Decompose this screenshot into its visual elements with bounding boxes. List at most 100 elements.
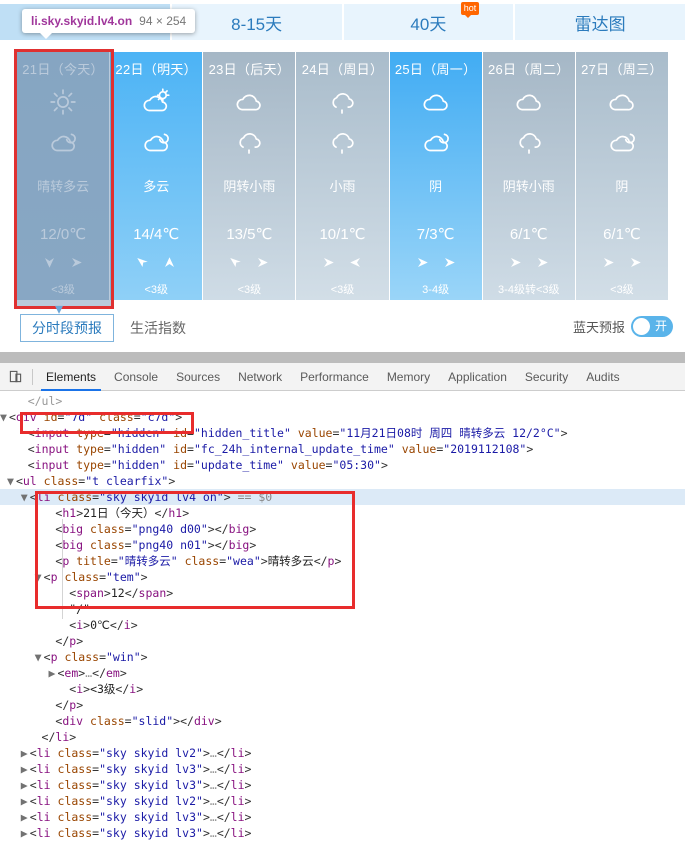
dom-tree-line[interactable]: <div class="slid"></div>	[0, 713, 685, 729]
code-token: ></	[173, 714, 194, 728]
code-token: big	[228, 538, 250, 552]
code-token: >	[380, 458, 388, 472]
page-footer-strip	[0, 352, 685, 363]
dom-tree-line[interactable]: ▼ <li class="sky skyid lv4 on"> == $0	[0, 489, 685, 505]
dom-tree-line[interactable]: ▼ <ul class="t clearfix">	[0, 473, 685, 489]
rain-icon	[232, 122, 266, 162]
forecast-card[interactable]: 24日（周日） 小雨 10/1℃ <3级	[296, 52, 390, 300]
code-token: </	[115, 682, 130, 696]
tree-expand-triangle-closed[interactable]: ▶	[21, 777, 30, 793]
dom-tree-line[interactable]: <i><3级</i>	[0, 681, 685, 697]
rain-icon	[325, 122, 359, 162]
dom-tree-line[interactable]: <span>12</span>	[0, 585, 685, 601]
tree-expand-triangle-closed[interactable]: ▶	[21, 745, 30, 761]
dom-tree-line[interactable]: <big class="png40 d00"></big>	[0, 521, 685, 537]
devtools-tab-console[interactable]: Console	[105, 363, 167, 391]
code-token: =	[187, 442, 194, 456]
tree-expand-triangle-open[interactable]: ▼	[21, 489, 30, 505]
range-tab-4[interactable]: 雷达图	[515, 4, 685, 40]
dom-tree-line[interactable]: ▼ <div id="7d" class="c7d">	[0, 409, 685, 425]
devtools-tab-memory[interactable]: Memory	[378, 363, 439, 391]
forecast-card[interactable]: 23日（后天） 阴转小雨 13/5℃ <3级	[203, 52, 297, 300]
dom-tree-line[interactable]: ▶ <li class="sky skyid lv2">…</li>	[0, 793, 685, 809]
devtools-tab-sources[interactable]: Sources	[167, 363, 229, 391]
dom-tree-line[interactable]: "/"	[0, 601, 685, 617]
dom-tree-line[interactable]: ▼ <p class="tem">	[0, 569, 685, 585]
tab-life-index[interactable]: 生活指数	[130, 314, 186, 342]
elements-dom-tree[interactable]: </ul> ▼ <div id="7d" class="c7d"> <input t…	[0, 391, 685, 846]
dom-tree-line[interactable]: <input type="hidden" id="fc_24h_internal…	[0, 441, 685, 457]
code-token: >	[560, 426, 568, 440]
tab-hourly-forecast[interactable]: 分时段预报	[20, 314, 114, 342]
dom-tree-line[interactable]: </p>	[0, 633, 685, 649]
dom-tree-line[interactable]: ▶ <li class="sky skyid lv3">…</li>	[0, 761, 685, 777]
tree-expand-triangle-closed[interactable]: ▶	[21, 825, 30, 841]
code-token: >	[334, 554, 342, 568]
code-token: "/"	[69, 602, 91, 616]
dom-tree-line[interactable]: <input type="hidden" id="hidden_title" v…	[0, 425, 685, 441]
code-token: "sky skyid lv3"	[99, 778, 203, 792]
devtools-tab-elements[interactable]: Elements	[37, 363, 105, 391]
tree-expand-triangle-closed[interactable]: ▶	[21, 793, 30, 809]
code-token: li	[230, 794, 245, 808]
devtools-tab-network[interactable]: Network	[229, 363, 291, 391]
device-toolbar-icon[interactable]	[2, 364, 28, 390]
dom-tree-line[interactable]: </ul>	[0, 393, 685, 409]
code-token: "slid"	[131, 714, 174, 728]
tree-expand-triangle-open[interactable]: ▼	[0, 409, 9, 425]
forecast-temperature: 13/5℃	[226, 226, 273, 243]
dom-tree-line[interactable]: ▶ <li class="sky skyid lv2">…</li>	[0, 745, 685, 761]
dom-tree-line[interactable]: ▼ <p class="win">	[0, 649, 685, 665]
forecast-card[interactable]: 27日（周三） 阴 6/1℃ <3级	[575, 52, 669, 300]
dom-tree-line[interactable]: ▶ <em>…</em>	[0, 665, 685, 681]
dom-tree-line[interactable]: ▶ <li class="sky skyid lv3">…</li>	[0, 809, 685, 825]
code-token: ></	[207, 538, 229, 552]
code-token: id	[173, 442, 188, 456]
cloud-icon	[419, 82, 453, 122]
dom-tree-line[interactable]: <input type="hidden" id="update_time" va…	[0, 457, 685, 473]
devtools-tab-application[interactable]: Application	[439, 363, 516, 391]
code-token: li	[230, 826, 245, 840]
code-token: class	[57, 794, 93, 808]
devtools-tab-audits[interactable]: Audits	[577, 363, 628, 391]
dom-tree-line[interactable]: <big class="png40 n01"></big>	[0, 537, 685, 553]
wind-arrow-upleft-icon	[135, 255, 150, 275]
code-token: </	[216, 746, 231, 760]
tree-expand-triangle-closed[interactable]: ▶	[21, 809, 30, 825]
code-token: value	[297, 426, 333, 440]
code-token: =	[187, 458, 194, 472]
tree-expand-triangle-open[interactable]: ▼	[35, 649, 44, 665]
forecast-temperature: 14/4℃	[133, 226, 180, 243]
code-token: </	[124, 586, 139, 600]
tree-expand-triangle-closed[interactable]: ▶	[21, 761, 30, 777]
dom-tree-line[interactable]: <h1>21日（今天）</h1>	[0, 505, 685, 521]
code-token: i	[123, 618, 131, 632]
bluesky-toggle[interactable]: 开	[631, 316, 673, 337]
code-token: <	[29, 746, 37, 760]
range-tab-2[interactable]: 8-15天	[171, 4, 342, 40]
dom-tree-line[interactable]: ▶ <li class="sky skyid lv3">…</li>	[0, 825, 685, 841]
devtools-tab-security[interactable]: Security	[516, 363, 577, 391]
code-token: >	[76, 634, 84, 648]
forecast-card[interactable]: 25日（周一） 阴 7/3℃ 3-4级	[389, 52, 483, 300]
dom-tree-line[interactable]: <i>0℃</i>	[0, 617, 685, 633]
forecast-wind-level: 3-4级	[422, 284, 450, 296]
dom-tree-line[interactable]: </p>	[0, 697, 685, 713]
dom-tree-line[interactable]: <p title="晴转多云" class="wea">晴转多云</p>	[0, 553, 685, 569]
code-token: input	[34, 426, 70, 440]
range-tab-3[interactable]: 40天 hot	[343, 2, 514, 40]
dom-tree-line[interactable]: ▶ <li class="sky skyid lv3">…</li>	[0, 777, 685, 793]
code-token: >	[244, 826, 252, 840]
code-token: =	[187, 426, 194, 440]
forecast-card[interactable]: 22日（明天） 多云 14/4℃ <3级	[110, 52, 204, 300]
forecast-card[interactable]: 26日（周二） 阴转小雨 6/1℃ 3-4级转<3级	[482, 52, 576, 300]
tree-expand-triangle-open[interactable]: ▼	[35, 569, 44, 585]
devtools-tab-performance[interactable]: Performance	[291, 363, 378, 391]
dom-tree-line[interactable]: </li>	[0, 729, 685, 745]
tree-expand-triangle-open[interactable]: ▼	[7, 473, 16, 489]
code-token: "update_time"	[193, 458, 284, 472]
